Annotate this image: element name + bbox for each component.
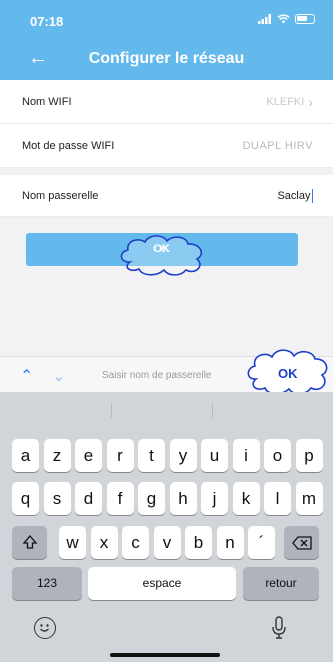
annotation-cloud-1-text: OK — [153, 243, 169, 255]
numbers-key[interactable]: 123 — [12, 567, 82, 600]
key-m[interactable]: m — [295, 482, 323, 515]
shift-icon — [22, 535, 37, 549]
chevron-down-icon[interactable]: ⌄ — [52, 366, 65, 386]
key-l[interactable]: l — [264, 482, 291, 515]
gateway-name-label: Nom passerelle — [22, 189, 99, 202]
gateway-name-text: Saclay — [277, 189, 311, 202]
key-i[interactable]: i — [232, 439, 260, 472]
chevron-up-icon[interactable]: ⌃ — [20, 366, 33, 386]
key-n[interactable]: n — [216, 526, 244, 559]
wifi-password-row[interactable]: Mot de passe WIFI DUAPL HIRV — [0, 124, 333, 168]
on-screen-keyboard: azertyuiop qsdfghjklm w x c v b n ´ 123 espace… — [0, 392, 333, 662]
key-z[interactable]: z — [43, 439, 71, 472]
wifi-name-row[interactable]: Nom WIFI KLEFKI › — [0, 80, 333, 124]
annotation-cloud-1 — [120, 235, 203, 276]
wifi-name-label: Nom WIFI — [22, 95, 72, 108]
return-key[interactable]: retour — [243, 567, 319, 600]
microphone-icon[interactable] — [270, 616, 288, 640]
status-icons — [258, 14, 315, 24]
page-title: Configurer le réseau — [88, 50, 245, 67]
key-k[interactable]: k — [232, 482, 260, 515]
key-accent[interactable]: ´ — [248, 526, 275, 559]
status-time: 07:18 — [30, 14, 64, 29]
toolbar-hint: Saisir nom de passerelle — [102, 370, 212, 381]
wifi-name-value: KLEFKI — [266, 95, 305, 108]
wifi-password-label: Mot de passe WIFI — [22, 139, 115, 152]
key-y[interactable]: y — [169, 439, 197, 472]
signal-icon — [258, 14, 271, 24]
chevron-right-icon: › — [308, 93, 313, 110]
key-o[interactable]: o — [264, 439, 291, 472]
emoji-icon[interactable] — [34, 617, 56, 639]
key-t[interactable]: t — [138, 439, 165, 472]
key-f[interactable]: f — [106, 482, 134, 515]
wifi-icon — [277, 14, 290, 24]
text-caret — [311, 188, 313, 203]
key-w[interactable]: w — [59, 526, 86, 559]
gateway-name-input[interactable]: Saclay — [277, 188, 313, 203]
key-q[interactable]: q — [12, 482, 39, 515]
key-p[interactable]: p — [295, 439, 323, 472]
key-c[interactable]: c — [122, 526, 149, 559]
suggestion-divider — [111, 404, 112, 418]
app-header: 07:18 ← Configurer le réseau — [0, 0, 333, 80]
key-g[interactable]: g — [138, 482, 165, 515]
backspace-icon — [291, 536, 312, 550]
delete-key[interactable] — [284, 526, 319, 559]
key-e[interactable]: e — [75, 439, 102, 472]
annotation-cloud-2-text: OK — [278, 366, 298, 381]
home-indicator — [110, 653, 220, 657]
key-b[interactable]: b — [185, 526, 212, 559]
space-key[interactable]: espace — [88, 567, 236, 600]
key-d[interactable]: d — [75, 482, 102, 515]
key-s[interactable]: s — [43, 482, 71, 515]
key-r[interactable]: r — [106, 439, 134, 472]
gateway-name-row[interactable]: Nom passerelle Saclay — [0, 175, 333, 217]
key-a[interactable]: a — [12, 439, 39, 472]
shift-key[interactable] — [12, 526, 47, 559]
key-h[interactable]: h — [169, 482, 197, 515]
wifi-password-field[interactable]: DUAPL HIRV — [243, 140, 313, 152]
battery-icon — [295, 14, 315, 24]
key-u[interactable]: u — [201, 439, 228, 472]
suggestion-divider — [212, 404, 213, 418]
key-x[interactable]: x — [90, 526, 118, 559]
key-v[interactable]: v — [153, 526, 181, 559]
key-j[interactable]: j — [201, 482, 228, 515]
